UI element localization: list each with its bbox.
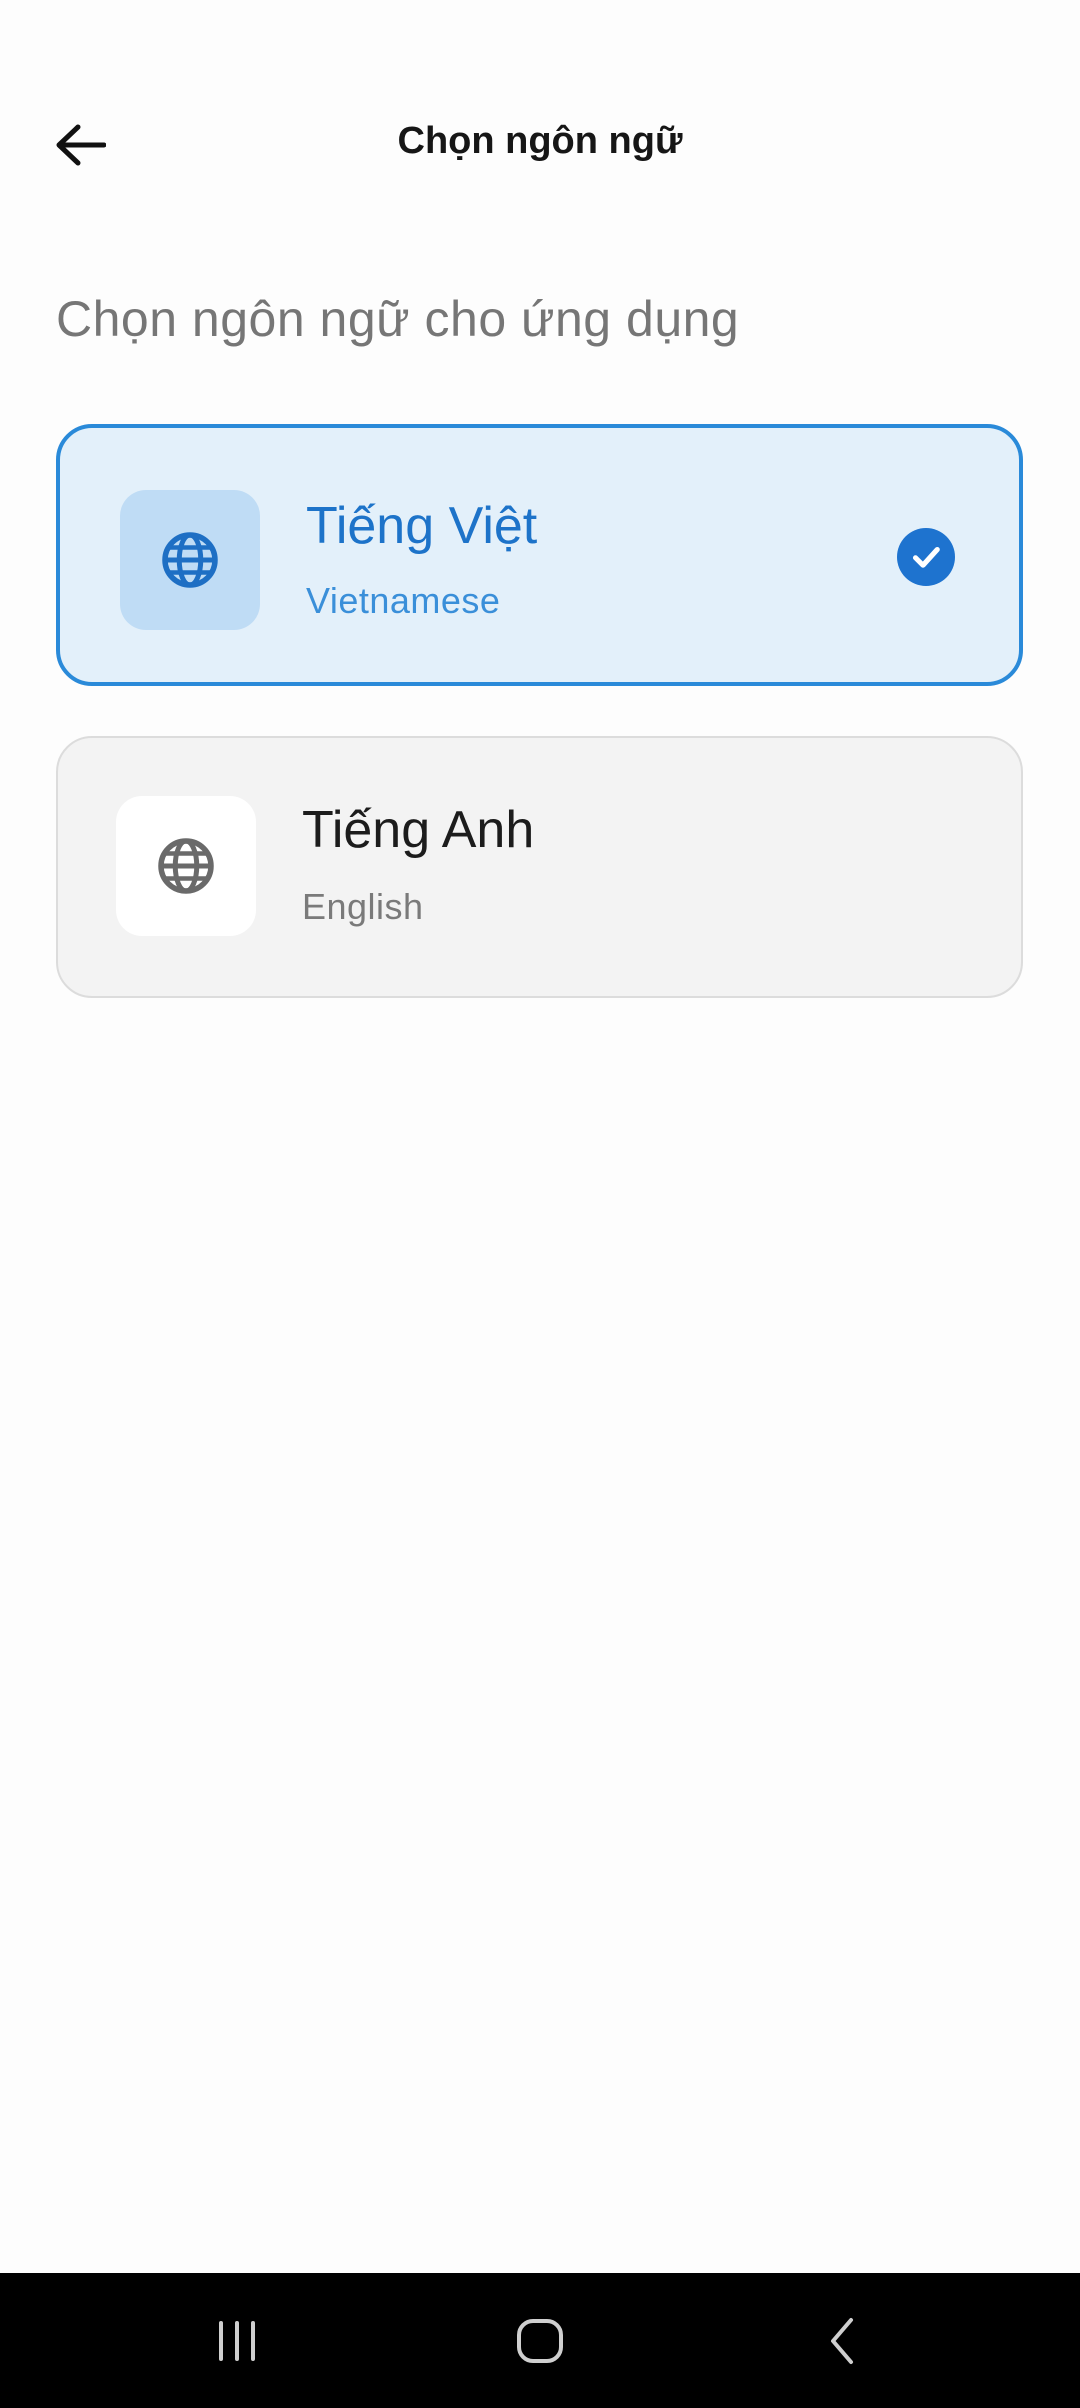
home-button[interactable] (440, 2273, 640, 2408)
language-subtitle: Vietnamese (306, 580, 501, 621)
nav-back-icon (831, 2317, 853, 2364)
system-nav-bar (0, 2273, 1080, 2408)
language-option-english[interactable]: Tiếng Anh English (56, 736, 1023, 998)
page-title: Chọn ngôn ngữ (397, 120, 683, 162)
check-icon (897, 528, 955, 586)
nav-back-button[interactable] (743, 2273, 943, 2408)
section-subtitle: Chọn ngôn ngữ cho ứng dụng (56, 291, 740, 347)
language-icon-box (120, 490, 260, 630)
app-header: Chọn ngôn ngữ (0, 90, 1080, 200)
language-icon-box (116, 796, 256, 936)
home-icon (517, 2318, 563, 2363)
recents-icon (219, 2320, 255, 2361)
language-option-vietnamese[interactable]: Tiếng Việt Vietnamese (56, 424, 1023, 686)
globe-icon (162, 532, 218, 588)
recents-button[interactable] (137, 2273, 337, 2408)
language-subtitle: English (302, 886, 424, 927)
language-screen: Chọn ngôn ngữ Chọn ngôn ngữ cho ứng dụng… (0, 0, 1080, 2408)
language-name: Tiếng Việt (306, 497, 538, 555)
language-name: Tiếng Anh (302, 801, 535, 859)
globe-icon (158, 838, 214, 894)
